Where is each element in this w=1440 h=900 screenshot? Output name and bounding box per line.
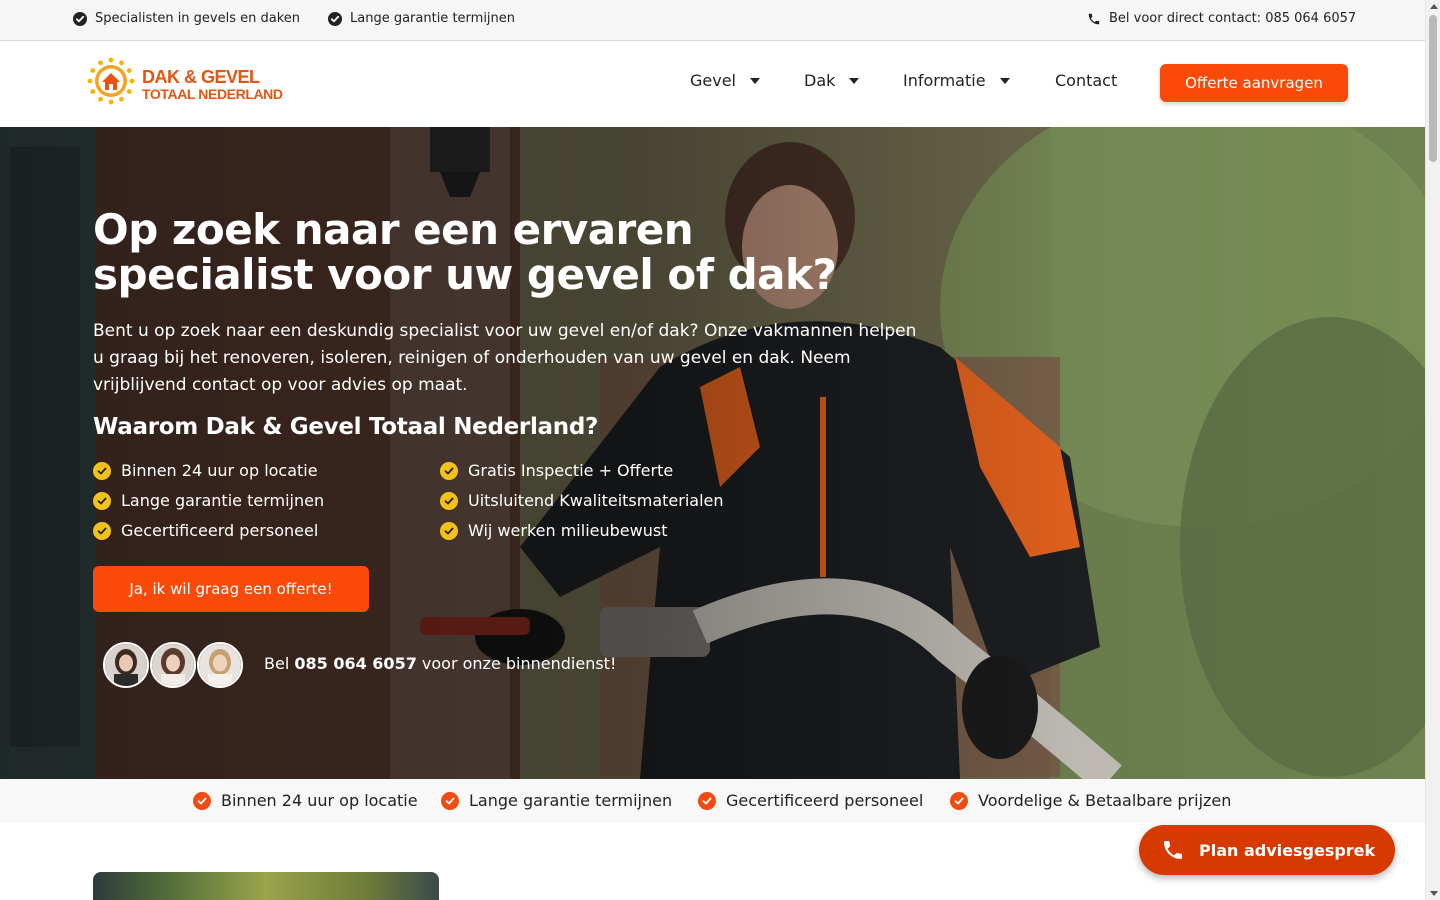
request-quote-button[interactable]: Offerte aanvragen bbox=[1160, 64, 1348, 102]
feature-label: Binnen 24 uur op locatie bbox=[121, 461, 318, 480]
logo-wordmark: DAK & GEVEL TOTAAL NEDERLAND bbox=[142, 68, 283, 101]
check-circle-icon bbox=[441, 791, 459, 810]
nav-item-gevel-label: Gevel bbox=[690, 71, 736, 90]
avatar bbox=[150, 642, 196, 688]
scroll-thumb[interactable] bbox=[1429, 15, 1437, 162]
plan-consultation-label: Plan adviesgesprek bbox=[1199, 840, 1376, 860]
usp-item: Gecertificeerd personeel bbox=[698, 791, 923, 810]
feature-item: Binnen 24 uur op locatie bbox=[93, 461, 318, 480]
check-circle-icon bbox=[73, 11, 87, 26]
check-circle-icon bbox=[440, 491, 458, 510]
team-avatars bbox=[103, 642, 244, 688]
call-callout: Bel 085 064 6057 voor onze binnendienst! bbox=[264, 654, 616, 673]
feature-item: Lange garantie termijnen bbox=[93, 491, 324, 510]
check-circle-icon bbox=[328, 11, 342, 26]
check-circle-icon bbox=[950, 791, 968, 810]
check-circle-icon bbox=[440, 461, 458, 480]
feature-item: Uitsluitend Kwaliteitsmaterialen bbox=[440, 491, 724, 510]
scroll-up-arrow-icon[interactable] bbox=[1430, 4, 1438, 9]
topbar-guarantee: Lange garantie termijnen bbox=[328, 11, 515, 26]
feature-item: Gecertificeerd personeel bbox=[93, 521, 318, 540]
phone-icon bbox=[1087, 12, 1101, 26]
usp-label: Lange garantie termijnen bbox=[469, 791, 673, 810]
nav-item-informatie[interactable]: Informatie bbox=[903, 71, 1010, 90]
site-logo[interactable]: DAK & GEVEL TOTAAL NEDERLAND bbox=[84, 57, 283, 111]
hero-title: Op zoek naar een ervaren specialist voor… bbox=[93, 205, 837, 299]
nav-item-informatie-label: Informatie bbox=[903, 71, 986, 90]
usp-label: Gecertificeerd personeel bbox=[726, 791, 924, 810]
usp-bar: Binnen 24 uur op locatie Lange garantie … bbox=[0, 779, 1425, 823]
call-prefix: Bel bbox=[264, 654, 295, 673]
avatar bbox=[197, 642, 243, 688]
feature-label: Uitsluitend Kwaliteitsmaterialen bbox=[468, 491, 724, 510]
nav-item-contact[interactable]: Contact bbox=[1055, 71, 1117, 90]
hero-quote-button[interactable]: Ja, ik wil graag een offerte! bbox=[93, 566, 369, 612]
topbar-specialists-label: Specialisten in gevels en daken bbox=[95, 11, 301, 26]
usp-label: Voordelige & Betaalbare prijzen bbox=[978, 791, 1232, 810]
check-circle-icon bbox=[93, 491, 111, 510]
top-bar: Specialisten in gevels en daken Lange ga… bbox=[0, 0, 1425, 41]
sun-house-logo-icon bbox=[87, 57, 135, 105]
hero-section: Op zoek naar een ervaren specialist voor… bbox=[0, 127, 1425, 779]
feature-label: Wij werken milieubewust bbox=[468, 521, 668, 540]
usp-label: Binnen 24 uur op locatie bbox=[221, 791, 418, 810]
section-image bbox=[93, 872, 439, 900]
usp-item: Lange garantie termijnen bbox=[441, 791, 672, 810]
feature-label: Gecertificeerd personeel bbox=[121, 521, 319, 540]
plan-consultation-button[interactable]: Plan adviesgesprek bbox=[1139, 825, 1395, 875]
nav-item-contact-label: Contact bbox=[1055, 71, 1118, 90]
logo-line-1: DAK & GEVEL bbox=[142, 66, 260, 87]
call-suffix: voor onze binnendienst! bbox=[416, 654, 617, 673]
phone-icon bbox=[1161, 838, 1185, 862]
topbar-contact-label: Bel voor direct contact: 085 064 6057 bbox=[1109, 11, 1357, 26]
caret-down-icon bbox=[750, 77, 760, 84]
nav-item-dak-label: Dak bbox=[804, 71, 836, 90]
hero-lead: Bent u op zoek naar een deskundig specia… bbox=[93, 321, 917, 395]
site-header: DAK & GEVEL TOTAAL NEDERLAND Gevel Dak I… bbox=[0, 41, 1425, 127]
page-scrollbar[interactable] bbox=[1425, 0, 1440, 900]
feature-item: Wij werken milieubewust bbox=[440, 521, 667, 540]
feature-item: Gratis Inspectie + Offerte bbox=[440, 461, 673, 480]
feature-label: Gratis Inspectie + Offerte bbox=[468, 461, 674, 480]
topbar-specialists: Specialisten in gevels en daken bbox=[73, 11, 300, 26]
check-circle-icon bbox=[440, 521, 458, 540]
topbar-guarantee-label: Lange garantie termijnen bbox=[350, 11, 516, 26]
feature-label: Lange garantie termijnen bbox=[121, 491, 325, 510]
check-circle-icon bbox=[698, 791, 716, 810]
nav-item-dak[interactable]: Dak bbox=[804, 71, 860, 90]
logo-line-2: TOTAAL NEDERLAND bbox=[142, 85, 283, 102]
caret-down-icon bbox=[999, 77, 1010, 84]
scroll-down-arrow-icon[interactable] bbox=[1430, 891, 1438, 896]
hero-subtitle: Waarom Dak & Gevel Totaal Nederland? bbox=[93, 414, 599, 440]
nav-item-gevel[interactable]: Gevel bbox=[690, 71, 760, 90]
usp-item: Voordelige & Betaalbare prijzen bbox=[950, 791, 1231, 810]
check-circle-icon bbox=[193, 791, 211, 810]
avatar bbox=[103, 642, 149, 688]
usp-item: Binnen 24 uur op locatie bbox=[193, 791, 418, 810]
check-circle-icon bbox=[93, 521, 111, 540]
check-circle-icon bbox=[93, 461, 111, 480]
caret-down-icon bbox=[849, 77, 860, 84]
call-phone-link[interactable]: 085 064 6057 bbox=[294, 654, 416, 673]
topbar-contact-link[interactable]: Bel voor direct contact: 085 064 6057 bbox=[1087, 11, 1356, 26]
